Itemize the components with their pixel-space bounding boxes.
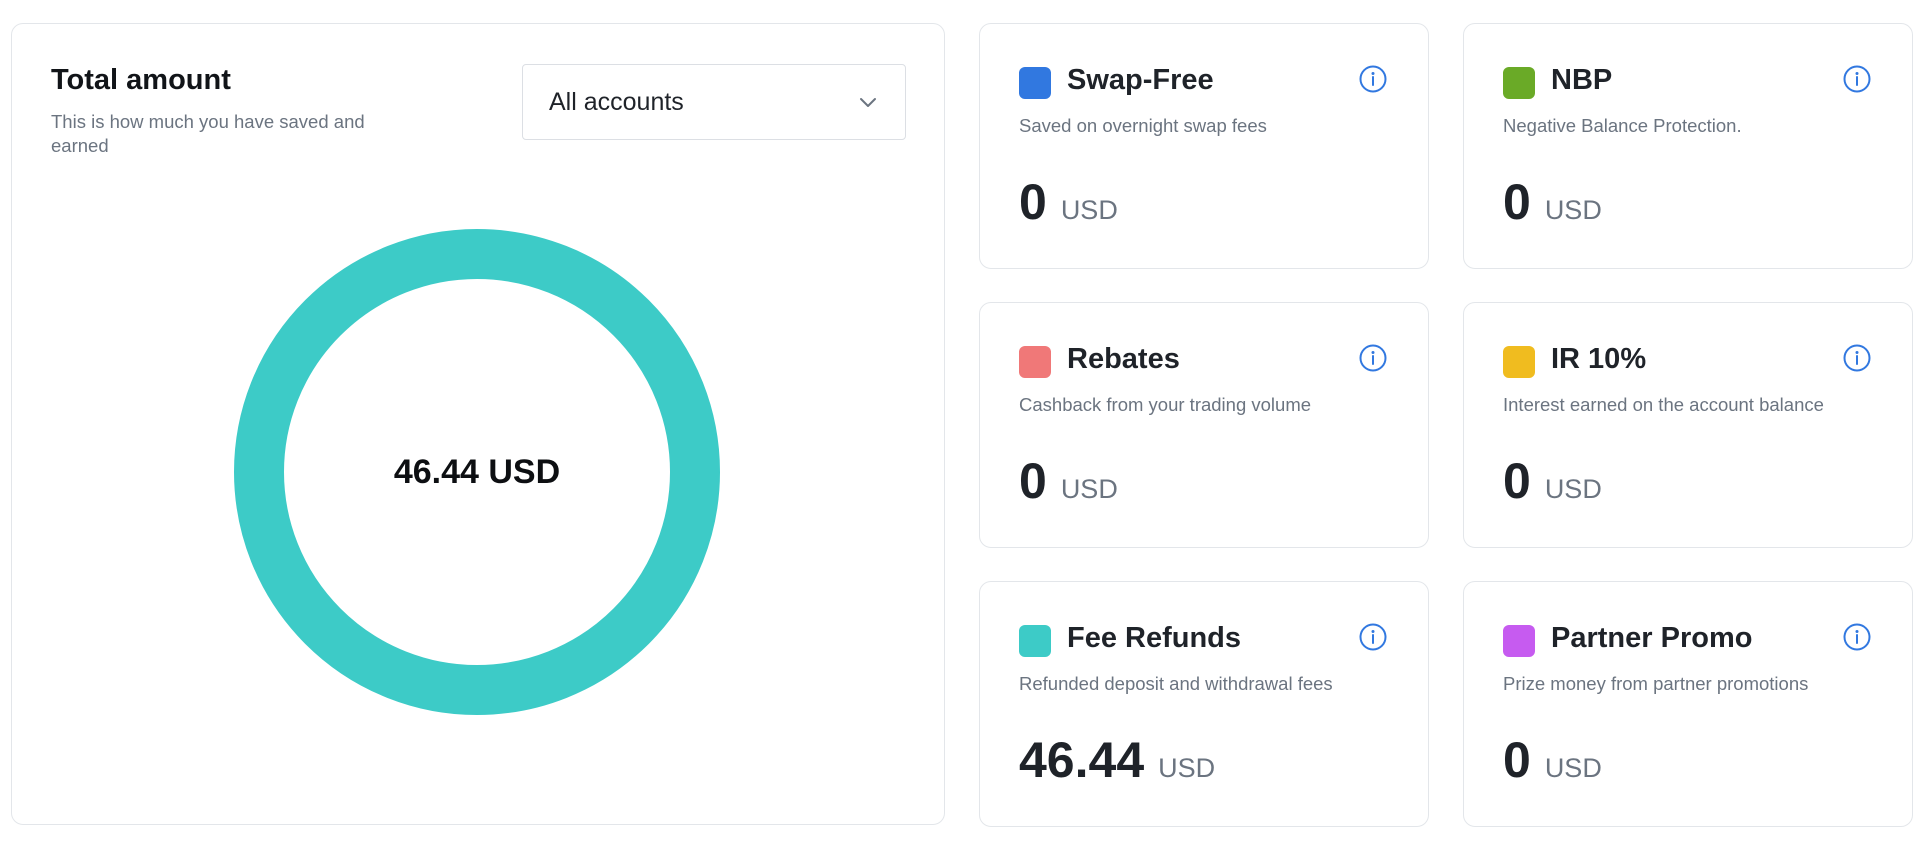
chevron-down-icon	[857, 91, 879, 113]
card-title: Swap-Free	[1067, 64, 1214, 96]
card-currency: USD	[1060, 195, 1118, 225]
info-icon[interactable]	[1358, 64, 1388, 94]
savings-dashboard: Total amount This is how much you have s…	[0, 0, 1920, 844]
card-currency: USD	[1544, 474, 1602, 504]
card-amount: 0	[1503, 453, 1531, 509]
card-currency: USD	[1158, 753, 1216, 783]
total-amount-subtitle: This is how much you have saved and earn…	[51, 111, 365, 156]
card-amount: 46.44	[1019, 732, 1145, 788]
card-rebates: Rebates Cashback from your trading volum…	[979, 302, 1429, 548]
total-amount-panel: Total amount This is how much you have s…	[11, 23, 945, 825]
card-amount-row: 0 USD	[1503, 732, 1602, 788]
fee-refunds-color-swatch	[1019, 625, 1051, 657]
info-icon[interactable]	[1842, 343, 1872, 373]
card-amount: 0	[1019, 453, 1047, 509]
card-currency: USD	[1544, 753, 1602, 783]
total-amount-title: Total amount	[51, 64, 231, 96]
info-icon[interactable]	[1358, 622, 1388, 652]
card-amount-row: 0 USD	[1503, 174, 1602, 230]
card-description: Prize money from partner promotions	[1503, 673, 1809, 694]
card-description: Saved on overnight swap fees	[1019, 115, 1267, 136]
card-title: Fee Refunds	[1067, 622, 1242, 654]
card-currency: USD	[1544, 195, 1602, 225]
card-description: Cashback from your trading volume	[1019, 394, 1312, 415]
donut-center-label: 46.44 USD	[393, 452, 561, 491]
card-amount: 0	[1503, 732, 1531, 788]
card-amount-row: 0 USD	[1019, 174, 1118, 230]
card-amount-row: 0 USD	[1503, 453, 1602, 509]
card-swap-free: Swap-Free Saved on overnight swap fees 0…	[979, 23, 1429, 269]
card-title: NBP	[1551, 64, 1613, 96]
card-description: Refunded deposit and withdrawal fees	[1019, 673, 1333, 694]
card-amount-row: 46.44 USD	[1019, 732, 1215, 788]
card-partner-promo: Partner Promo Prize money from partner p…	[1463, 581, 1913, 827]
nbp-color-swatch	[1503, 67, 1535, 99]
card-amount: 0	[1019, 174, 1047, 230]
swap-free-color-swatch	[1019, 67, 1051, 99]
card-nbp: NBP Negative Balance Protection. 0 USD	[1463, 23, 1913, 269]
card-amount: 0	[1503, 174, 1531, 230]
card-description: Negative Balance Protection.	[1503, 115, 1742, 136]
account-select-value: All accounts	[549, 87, 684, 116]
card-ir-10: IR 10% Interest earned on the account ba…	[1463, 302, 1913, 548]
card-amount-row: 0 USD	[1019, 453, 1118, 509]
donut-chart: 46.44 USD	[233, 228, 721, 716]
card-title: Rebates	[1067, 343, 1180, 375]
info-icon[interactable]	[1842, 622, 1872, 652]
card-title: Partner Promo	[1551, 622, 1753, 654]
ir-10-color-swatch	[1503, 346, 1535, 378]
rebates-color-swatch	[1019, 346, 1051, 378]
partner-promo-color-swatch	[1503, 625, 1535, 657]
card-title: IR 10%	[1551, 343, 1647, 375]
card-fee-refunds: Fee Refunds Refunded deposit and withdra…	[979, 581, 1429, 827]
card-currency: USD	[1060, 474, 1118, 504]
card-description: Interest earned on the account balance	[1503, 394, 1824, 415]
info-icon[interactable]	[1358, 343, 1388, 373]
info-icon[interactable]	[1842, 64, 1872, 94]
account-select[interactable]: All accounts	[522, 64, 906, 140]
